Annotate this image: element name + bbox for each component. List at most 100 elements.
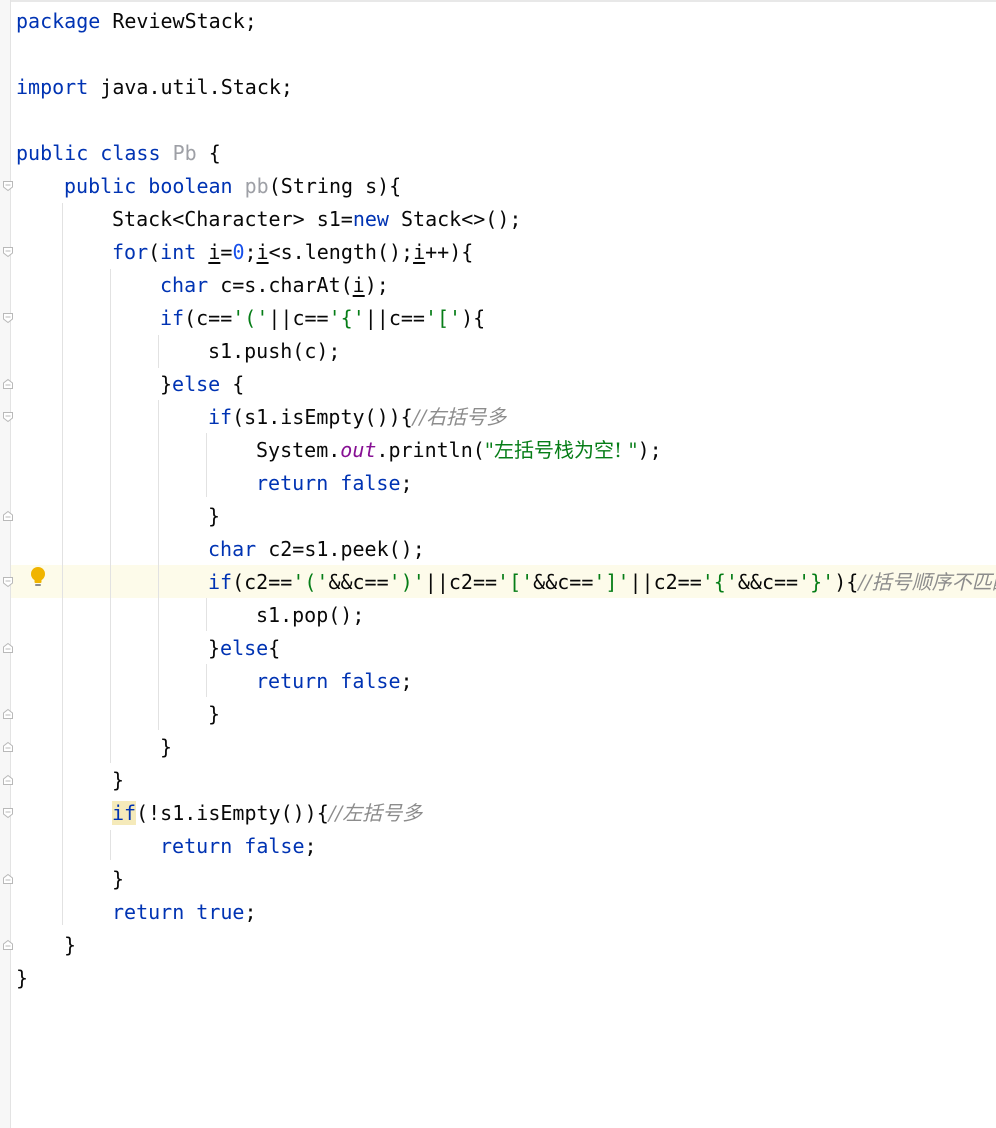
code-line[interactable]: if(s1.isEmpty()){//右括号多 — [208, 401, 506, 434]
code-line[interactable]: return false; — [160, 830, 317, 863]
token: class — [100, 141, 161, 165]
fold-marker-icon[interactable] — [2, 411, 14, 423]
indent-guide — [206, 433, 207, 497]
token: Stack<Character> s1= — [112, 207, 353, 231]
token: Stack<>(); — [388, 207, 522, 231]
code-line[interactable]: } — [64, 929, 76, 962]
token: '{' — [328, 306, 365, 330]
code-line[interactable]: return false; — [256, 467, 413, 500]
editor-top-border — [0, 0, 996, 2]
code-line[interactable]: import java.util.Stack; — [16, 71, 293, 104]
token: '{' — [701, 570, 738, 594]
fold-marker-icon[interactable] — [2, 246, 14, 258]
token: = — [220, 240, 233, 264]
code-line[interactable]: } — [112, 863, 124, 896]
token: return — [256, 669, 329, 693]
token: return — [256, 471, 329, 495]
token: i — [208, 240, 221, 264]
fold-marker-icon[interactable] — [2, 510, 14, 522]
token: (c2== — [232, 570, 293, 594]
code-line[interactable]: return false; — [256, 665, 413, 698]
token: ( — [148, 240, 161, 264]
token: else — [220, 636, 269, 660]
code-line[interactable]: return true; — [112, 896, 257, 929]
token: } — [208, 636, 221, 660]
lightbulb-icon[interactable] — [28, 565, 48, 589]
fold-marker-icon[interactable] — [2, 642, 14, 654]
token: for — [112, 240, 149, 264]
code-line[interactable]: char c2=s1.peek(); — [208, 533, 425, 566]
code-line[interactable]: if(c=='('||c=='{'||c=='['){ — [160, 302, 485, 335]
token: <s.length(); — [268, 240, 414, 264]
token: .println( — [376, 438, 485, 462]
code-line[interactable]: } — [160, 731, 172, 764]
fold-marker-icon[interactable] — [2, 180, 14, 192]
token: false — [340, 669, 401, 693]
token: char — [208, 537, 257, 561]
fold-marker-icon[interactable] — [2, 807, 14, 819]
token: { — [220, 372, 245, 396]
token: s1.push(c); — [208, 339, 341, 363]
fold-marker-icon[interactable] — [2, 873, 14, 885]
token: } — [112, 867, 125, 891]
code-line[interactable]: } — [208, 698, 220, 731]
fold-marker-icon[interactable] — [2, 708, 14, 720]
fold-marker-icon[interactable] — [2, 774, 14, 786]
token: new — [352, 207, 389, 231]
token: '}' — [798, 570, 835, 594]
code-editor[interactable]: package ReviewStack; import java.util.St… — [0, 0, 996, 1128]
token: if — [208, 570, 233, 594]
token: (!s1.isEmpty()){ — [136, 801, 329, 825]
code-line[interactable]: public class Pb { — [16, 137, 221, 170]
token: } — [160, 735, 173, 759]
token: } — [64, 933, 77, 957]
fold-marker-icon[interactable] — [2, 576, 14, 588]
code-line[interactable]: public boolean pb(String s){ — [64, 170, 401, 203]
token: ; — [400, 471, 413, 495]
editor-gutter[interactable] — [0, 0, 10, 1128]
token: '(' — [232, 306, 269, 330]
fold-marker-icon[interactable] — [2, 378, 14, 390]
token: java.util.Stack; — [88, 75, 293, 99]
code-line[interactable]: char c=s.charAt(i); — [160, 269, 389, 302]
token: if — [112, 801, 137, 825]
code-line[interactable]: }else { — [160, 368, 244, 401]
token: { — [268, 636, 281, 660]
code-line[interactable]: Stack<Character> s1=new Stack<>(); — [112, 203, 521, 236]
token: package — [16, 9, 101, 33]
code-line[interactable]: if(!s1.isEmpty()){//左括号多 — [112, 797, 422, 830]
token: return — [160, 834, 233, 858]
token: { — [196, 141, 221, 165]
token: false — [244, 834, 305, 858]
code-line[interactable]: package ReviewStack; — [16, 5, 257, 38]
code-line[interactable]: for(int i=0;i<s.length();i++){ — [112, 236, 473, 269]
code-line[interactable]: } — [208, 500, 220, 533]
token: ++){ — [425, 240, 474, 264]
token: &&c== — [533, 570, 594, 594]
code-line[interactable]: if(c2=='('&&c==')'||c2=='['&&c==']'||c2=… — [208, 566, 996, 599]
token: &&c== — [328, 570, 389, 594]
token: } — [112, 768, 125, 792]
token: ){ — [834, 570, 859, 594]
token: ||c2== — [424, 570, 498, 594]
code-line[interactable]: s1.pop(); — [256, 599, 364, 632]
code-line[interactable]: } — [112, 764, 124, 797]
comment: //括号顺序不匹配 — [858, 570, 996, 594]
fold-marker-icon[interactable] — [2, 741, 14, 753]
code-line[interactable]: System.out.println("左括号栈为空! "); — [256, 434, 662, 467]
fold-marker-icon[interactable] — [2, 939, 14, 951]
fold-marker-icon[interactable] — [2, 312, 14, 324]
code-line[interactable]: } — [16, 962, 28, 995]
gutter-divider — [10, 0, 11, 1128]
token: System. — [256, 438, 341, 462]
code-line[interactable]: }else{ — [208, 632, 280, 665]
token: i — [256, 240, 269, 264]
code-line[interactable]: s1.push(c); — [208, 335, 340, 368]
token: return — [112, 900, 185, 924]
token: char — [160, 273, 209, 297]
